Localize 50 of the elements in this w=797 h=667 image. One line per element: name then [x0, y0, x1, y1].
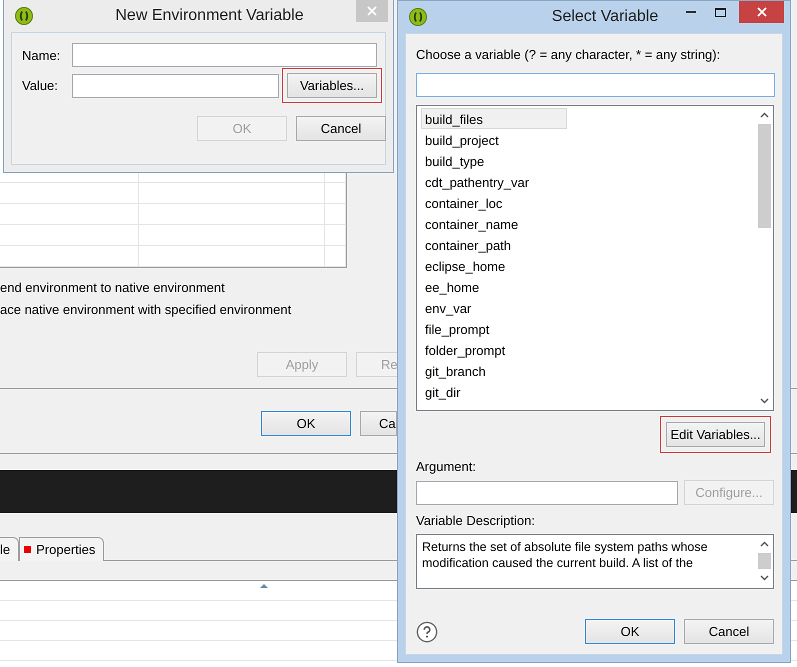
view-tab[interactable]: Properties [19, 537, 104, 561]
argument-label: Argument: [416, 459, 477, 474]
ok-button[interactable]: OK [585, 619, 675, 644]
app-logo-icon [15, 7, 33, 25]
option-label: ace native environment with specified environment [0, 302, 292, 318]
variable-item[interactable]: cdt_pathentry_var [421, 171, 567, 192]
variable-item[interactable]: env_var [421, 297, 567, 318]
close-button[interactable] [739, 1, 784, 23]
help-icon[interactable] [416, 620, 438, 644]
view-tab[interactable]: le [0, 537, 20, 561]
variable-item[interactable]: ee_home [421, 276, 567, 297]
variable-item[interactable]: git_branch [421, 360, 567, 381]
text-field[interactable] [72, 43, 377, 67]
scroll-up-icon[interactable] [760, 112, 769, 118]
description-text: Returns the set of absolute file system paths whose modification caused the current build. A list of the [421, 539, 709, 572]
variable-item[interactable]: build_type [421, 150, 567, 171]
variable-item[interactable]: container_name [421, 213, 567, 234]
cancel-button[interactable]: Ca [360, 411, 397, 436]
filter-field[interactable] [416, 73, 775, 97]
field-label: Value: [22, 78, 59, 93]
minimize-icon [686, 11, 696, 13]
text-field[interactable] [72, 74, 279, 98]
variable-item[interactable]: file_prompt [421, 318, 567, 339]
cancel-button[interactable]: Cancel [684, 619, 774, 644]
dialog-title: New Environment Variable [115, 7, 304, 25]
variable-item[interactable]: eclipse_home [421, 255, 567, 276]
maximize-icon [714, 8, 726, 16]
option-label: end environment to native environment [0, 280, 225, 296]
field-label: Name: [22, 48, 62, 62]
edit-variables-button[interactable]: Edit Variables... [666, 422, 765, 447]
description-label: Variable Description: [416, 513, 536, 528]
variable-item[interactable]: container_loc [421, 192, 567, 213]
close-icon [756, 7, 766, 17]
variable-item[interactable]: build_files [421, 108, 567, 129]
scroll-up-icon[interactable] [760, 541, 769, 547]
app-logo-icon [409, 8, 427, 26]
scroll-down-icon[interactable] [760, 398, 769, 404]
variable-item[interactable]: container_path [421, 234, 567, 255]
ok-button[interactable]: OK [261, 411, 351, 436]
variable-item[interactable]: folder_prompt [421, 339, 567, 360]
sort-icon [260, 583, 268, 588]
close-icon [367, 6, 377, 16]
variable-item[interactable]: build_project [421, 129, 567, 150]
cancel-button[interactable]: Cancel [296, 116, 386, 141]
variable-item[interactable]: git_dir [421, 381, 567, 402]
argument-field[interactable] [416, 480, 678, 504]
scroll-down-icon[interactable] [760, 575, 769, 581]
dialog-title: Select Variable [552, 8, 658, 26]
prompt-label: Choose a variable (? = any character, * = any string): [416, 47, 722, 62]
properties-icon [24, 546, 32, 553]
